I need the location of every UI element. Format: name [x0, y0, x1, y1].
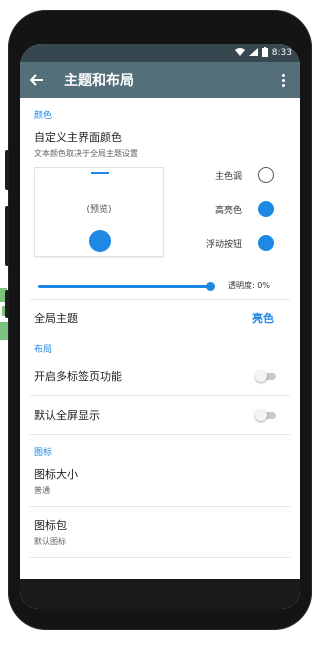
transparency-slider[interactable]: [38, 285, 210, 288]
icon-size-value: 普通: [34, 486, 50, 495]
preview-label: (预览): [86, 205, 112, 215]
icon-pack-title: 图标包: [34, 519, 67, 532]
theme-preview: (预览): [34, 167, 164, 257]
transparency-slider-thumb[interactable]: [206, 282, 215, 291]
multi-tab-pref[interactable]: 开启多标签页功能: [20, 357, 300, 395]
page-title: 主题和布局: [64, 73, 134, 89]
app-screen: 8:33 主题和布局 颜色 自定义主界面颜色 文本颜色取决于全局主题设置 (预览…: [20, 44, 300, 609]
settings-list: 颜色 自定义主界面颜色 文本颜色取决于全局主题设置 (预览) 主色调 高亮色 浮…: [20, 98, 300, 558]
section-header-color: 颜色: [34, 111, 53, 121]
back-arrow-icon[interactable]: [26, 69, 48, 91]
global-theme-pref[interactable]: 全局主题 亮色: [20, 300, 300, 336]
global-theme-label: 全局主题: [34, 312, 78, 325]
section-header-icons: 图标: [34, 448, 53, 458]
primary-color-row[interactable]: 主色调: [180, 167, 290, 183]
global-theme-value[interactable]: 亮色: [252, 310, 274, 326]
primary-color-label: 主色调: [214, 171, 242, 182]
status-bar: 8:33: [20, 44, 300, 62]
accent-color-label: 高亮色: [214, 205, 242, 216]
custom-color-subtitle: 文本颜色取决于全局主题设置: [34, 149, 138, 158]
divider: [30, 557, 290, 558]
icon-size-title: 图标大小: [34, 468, 78, 481]
fullscreen-switch[interactable]: [255, 409, 276, 421]
fab-color-swatch[interactable]: [258, 235, 274, 251]
accent-color-row[interactable]: 高亮色: [180, 201, 290, 217]
preview-indicator: [91, 172, 109, 174]
power-button: [5, 206, 9, 266]
fullscreen-label: 默认全屏显示: [34, 409, 100, 422]
wifi-icon: [234, 47, 245, 59]
preview-fab: [89, 230, 111, 252]
signal-icon: [248, 47, 258, 59]
transparency-slider-row: 透明度: 0%: [20, 275, 300, 299]
volume-button: [5, 150, 9, 190]
accent-color-swatch[interactable]: [258, 201, 274, 217]
primary-color-swatch[interactable]: [258, 167, 274, 183]
fab-color-row[interactable]: 浮动按钮: [180, 235, 290, 251]
battery-icon: [261, 46, 268, 60]
custom-color-pref[interactable]: 自定义主界面颜色 文本颜色取决于全局主题设置: [20, 123, 300, 163]
multi-tab-switch[interactable]: [255, 370, 276, 382]
phone-bottom-bezel: [20, 579, 300, 609]
overflow-menu-icon[interactable]: [272, 69, 294, 91]
icon-pack-value: 默认图标: [34, 537, 66, 546]
color-preview-area: (预览) 主色调 高亮色 浮动按钮: [20, 163, 300, 275]
icon-pack-pref[interactable]: 图标包 默认图标: [20, 507, 300, 557]
custom-color-title: 自定义主界面颜色: [34, 131, 122, 144]
fullscreen-pref[interactable]: 默认全屏显示: [20, 396, 300, 434]
section-header-layout: 布局: [34, 345, 53, 355]
icon-size-pref[interactable]: 图标大小 普通: [20, 460, 300, 506]
multi-tab-label: 开启多标签页功能: [34, 370, 122, 383]
app-toolbar: 主题和布局: [20, 62, 300, 98]
side-button: [5, 290, 9, 318]
fab-color-label: 浮动按钮: [205, 239, 242, 250]
background-decoration: [0, 322, 8, 340]
transparency-label: 透明度: 0%: [228, 281, 270, 290]
status-time: 8:33: [271, 48, 292, 58]
